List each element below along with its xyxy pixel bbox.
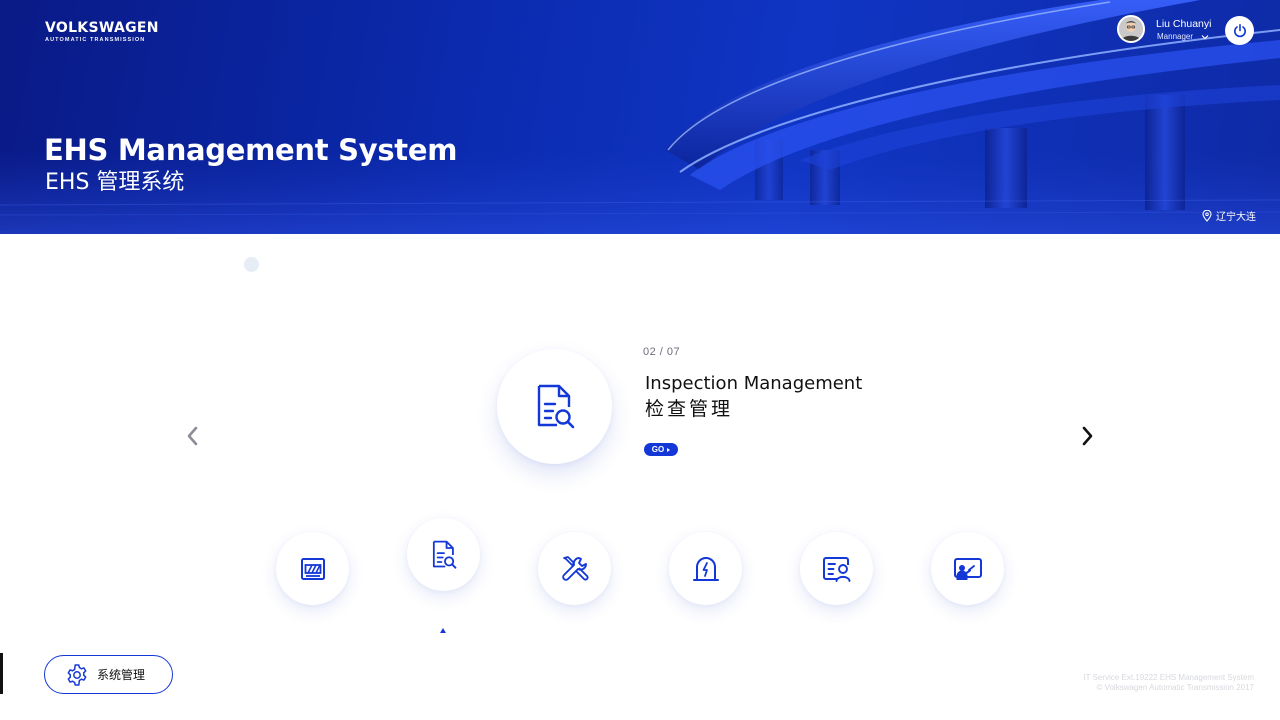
feature-title: Inspection Management xyxy=(645,373,863,394)
tools-wrench-screwdriver-icon xyxy=(561,555,588,581)
power-icon xyxy=(1233,23,1246,37)
construction-barrier-icon xyxy=(300,557,325,580)
location-pin-icon xyxy=(1202,209,1212,222)
featured-module-icon[interactable] xyxy=(497,349,612,464)
carousel-prev-button[interactable] xyxy=(180,421,204,451)
brand-subtitle: AUTOMATIC TRANSMISSION xyxy=(45,37,146,43)
inspection-document-search-icon xyxy=(537,384,574,428)
location-indicator[interactable]: 辽宁大连 xyxy=(1202,208,1256,223)
go-label: GO xyxy=(651,445,665,454)
page-title: EHS Management System xyxy=(44,133,458,167)
chevron-left-icon xyxy=(187,426,198,446)
ehs-home-page: VOLKSWAGEN AUTOMATIC TRANSMISSION EHS Ma… xyxy=(0,0,1280,720)
decorative-dot xyxy=(244,257,259,272)
footer-service-line: IT Service Ext.19222 EHS Management Syst… xyxy=(1083,673,1254,682)
active-module-indicator xyxy=(440,628,446,633)
module-emergency-alarm[interactable] xyxy=(669,532,742,605)
system-management-button[interactable]: 系统管理 xyxy=(44,655,173,694)
feature-subtitle: 检查管理 xyxy=(645,398,734,420)
module-training[interactable] xyxy=(931,532,1004,605)
training-board-icon xyxy=(953,557,982,580)
user-name: Liu Chuanyi xyxy=(1156,18,1212,30)
brand-name: VOLKSWAGEN xyxy=(45,20,159,36)
avatar[interactable] xyxy=(1117,15,1145,43)
alarm-light-icon xyxy=(692,556,719,581)
footer-copyright: © Volkswagen Automatic Transmission 2017 xyxy=(1096,683,1254,692)
hero-banner: VOLKSWAGEN AUTOMATIC TRANSMISSION EHS Ma… xyxy=(0,0,1280,234)
user-portrait-icon xyxy=(1119,17,1143,41)
bridge-background-image xyxy=(0,0,1280,234)
inspection-document-search-icon xyxy=(432,540,456,569)
module-personnel-management[interactable] xyxy=(800,532,873,605)
user-role: Mannager xyxy=(1157,32,1194,41)
system-management-label: 系统管理 xyxy=(97,668,146,682)
carousel-counter: 02 / 07 xyxy=(643,346,681,358)
module-construction-barrier[interactable] xyxy=(276,532,349,605)
go-button[interactable]: GO xyxy=(644,443,678,456)
chevron-down-icon[interactable] xyxy=(1201,33,1209,41)
location-label: 辽宁大连 xyxy=(1216,212,1256,223)
chevron-right-icon xyxy=(1082,426,1093,446)
page-subtitle: EHS 管理系统 xyxy=(45,170,185,195)
logout-button[interactable] xyxy=(1225,16,1254,45)
volkswagen-logo[interactable]: VOLKSWAGEN AUTOMATIC TRANSMISSION xyxy=(45,20,159,44)
gear-icon xyxy=(67,663,87,686)
carousel-next-button[interactable] xyxy=(1076,421,1100,451)
play-arrow-icon xyxy=(667,447,671,452)
module-inspection-management[interactable] xyxy=(407,518,480,591)
module-tools-maintenance[interactable] xyxy=(538,532,611,605)
footer-info: IT Service Ext.19222 EHS Management Syst… xyxy=(1083,673,1254,693)
personnel-card-icon xyxy=(822,556,850,582)
side-accent-bar xyxy=(0,653,3,694)
